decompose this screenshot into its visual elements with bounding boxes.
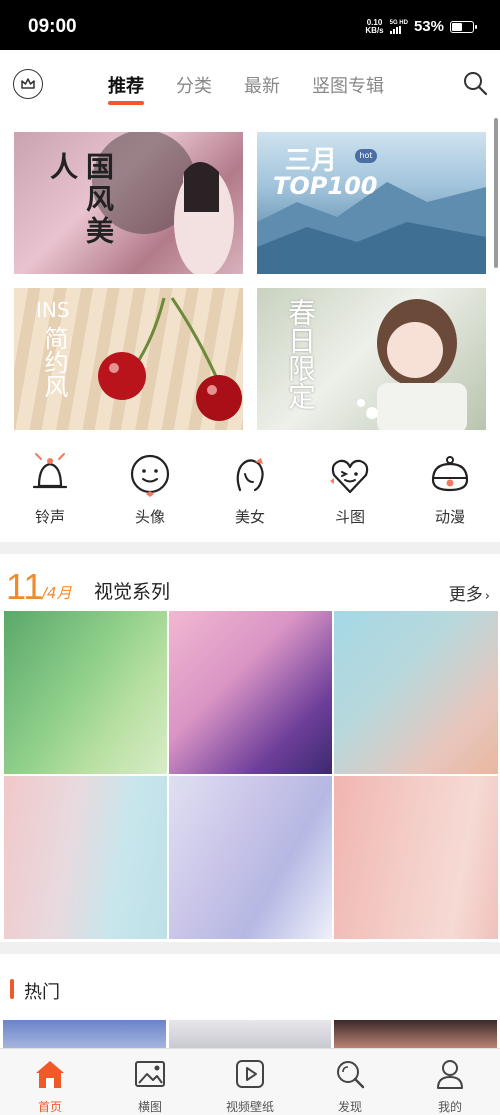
- home-icon: [36, 1061, 64, 1088]
- banner-title: 春日限定: [284, 298, 317, 410]
- nav-label: 视频壁纸: [225, 1100, 274, 1114]
- tab-latest[interactable]: 最新: [244, 72, 280, 98]
- category-anime[interactable]: 动漫: [410, 450, 490, 538]
- hot-thumbnails: [3, 1020, 498, 1050]
- wallpaper-thumbnail[interactable]: [4, 776, 167, 939]
- hot-section-header: 热门: [0, 968, 500, 1008]
- tab-vertical-albums[interactable]: 竖图专辑: [312, 72, 384, 98]
- nav-video-wallpaper[interactable]: 视频壁纸: [200, 1049, 300, 1115]
- visual-series-header: 11 /4月 视觉系列 更多 ›: [0, 560, 500, 608]
- banner-spring-limited[interactable]: 春日限定: [257, 288, 486, 430]
- category-label: 铃声: [34, 508, 65, 526]
- more-label: 更多: [448, 585, 483, 605]
- wallpaper-thumbnail[interactable]: [169, 776, 332, 939]
- banner-subtitle: TOP100: [273, 172, 378, 200]
- visual-series-grid: [4, 611, 498, 939]
- banner-title: 国风美人: [46, 152, 115, 248]
- battery-icon: [450, 20, 477, 33]
- vip-crown-button[interactable]: [13, 69, 43, 99]
- nav-landscape[interactable]: 横图: [100, 1049, 200, 1115]
- banner-subtitle: 简约风: [40, 326, 68, 398]
- search-icon[interactable]: [462, 70, 488, 96]
- winking-heart-icon: [330, 459, 369, 494]
- tab-label: 最新: [244, 76, 280, 97]
- category-avatar[interactable]: 头像: [110, 450, 190, 538]
- top-header: 推荐 分类 最新 竖图专辑: [0, 50, 500, 114]
- tab-label: 竖图专辑: [312, 76, 384, 97]
- section-accent-bar: [10, 979, 14, 999]
- banner-march-top100[interactable]: 三月 hot TOP100: [257, 132, 486, 274]
- anime-cat-icon: [431, 456, 469, 492]
- landscape-image-icon: [135, 1061, 165, 1087]
- category-label: 美女: [234, 508, 265, 526]
- category-beauty[interactable]: 美女: [210, 450, 290, 538]
- bottom-navigation: 首页 横图 视频壁纸 发现 我的: [0, 1048, 500, 1115]
- category-shortcuts: 铃声 头像 美女 斗图 动漫: [0, 450, 500, 538]
- top-tabs: 推荐 分类 最新 竖图专辑: [108, 72, 416, 105]
- bell-icon: [32, 453, 68, 489]
- status-indicators: 0.10 KB/s 5G HD 53%: [365, 18, 477, 35]
- series-day: 11: [6, 566, 44, 607]
- tab-category[interactable]: 分类: [176, 72, 212, 98]
- scrollbar[interactable]: [494, 118, 498, 268]
- profile-icon: [437, 1060, 463, 1089]
- wallpaper-thumbnail[interactable]: [169, 611, 332, 774]
- status-bar: 09:00 0.10 KB/s 5G HD 53%: [0, 0, 500, 50]
- banner-title: INS: [36, 298, 70, 322]
- category-label: 动漫: [434, 508, 465, 526]
- tab-label: 分类: [176, 76, 212, 97]
- category-label: 头像: [134, 508, 165, 526]
- nav-profile[interactable]: 我的: [400, 1049, 500, 1115]
- battery-percent: 53%: [413, 18, 444, 35]
- discover-search-icon: [337, 1061, 365, 1089]
- hot-thumbnail[interactable]: [168, 1020, 332, 1050]
- nav-label: 首页: [37, 1100, 62, 1114]
- category-ringtone[interactable]: 铃声: [10, 450, 90, 538]
- section-divider: [0, 542, 500, 554]
- section-divider: [0, 942, 500, 954]
- chevron-right-icon: ›: [484, 589, 490, 604]
- category-label: 斗图: [334, 508, 365, 526]
- nav-label: 我的: [437, 1100, 462, 1114]
- more-link[interactable]: 更多 ›: [449, 580, 490, 605]
- category-meme[interactable]: 斗图: [310, 450, 390, 538]
- nav-label: 横图: [137, 1100, 162, 1114]
- nav-discover[interactable]: 发现: [300, 1049, 400, 1115]
- wallpaper-thumbnail[interactable]: [4, 611, 167, 774]
- signal-icon: 5G HD: [389, 20, 408, 34]
- tab-label: 推荐: [108, 76, 144, 97]
- video-play-icon: [236, 1060, 264, 1088]
- hot-title: 热门: [24, 982, 60, 1003]
- hot-thumbnail[interactable]: [3, 1020, 166, 1050]
- hot-badge: hot: [355, 149, 377, 163]
- girl-head-icon: [236, 458, 264, 492]
- network-speed-unit: KB/s: [365, 25, 384, 35]
- network-speed: 0.10 KB/s: [365, 18, 384, 35]
- hot-thumbnail[interactable]: [334, 1020, 498, 1050]
- smiley-face-icon: [130, 454, 170, 497]
- banner-ins-minimal[interactable]: INS 简约风: [14, 288, 243, 430]
- tab-recommend[interactable]: 推荐: [108, 72, 144, 105]
- crown-icon: [21, 78, 35, 89]
- banner-guofeng-beauty[interactable]: 国风美人: [14, 132, 243, 274]
- nav-label: 发现: [337, 1100, 362, 1114]
- wallpaper-thumbnail[interactable]: [334, 611, 498, 774]
- series-title: 视觉系列: [94, 581, 171, 603]
- series-month: /4月: [42, 584, 72, 602]
- active-tab-indicator: [108, 101, 144, 105]
- wallpaper-thumbnail[interactable]: [334, 776, 498, 939]
- status-time: 09:00: [28, 16, 77, 37]
- nav-home[interactable]: 首页: [0, 1049, 100, 1115]
